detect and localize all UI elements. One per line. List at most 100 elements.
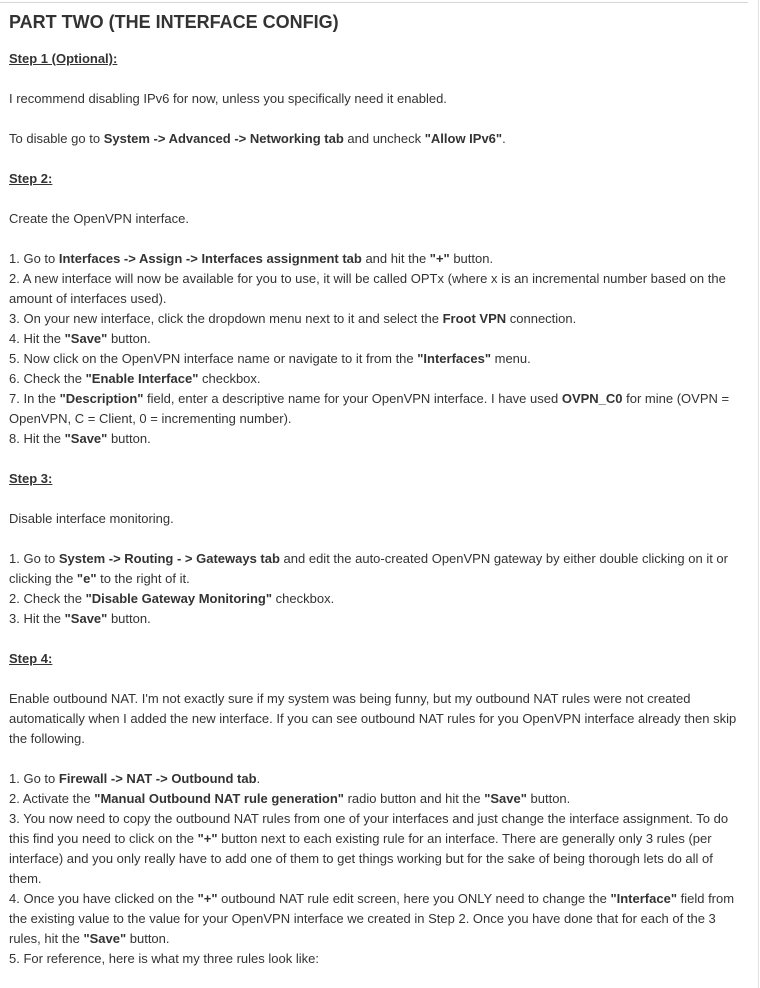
bold-text: System -> Routing - > Gateways tab [58,551,280,566]
text-run: outbound NAT rule edit screen, here you … [217,891,611,906]
text-run: checkbox. [198,371,261,386]
text-line: 1. Go to Firewall -> NAT -> Outbound tab… [9,769,745,789]
right-border [758,0,759,988]
text-run: menu. [491,351,531,366]
paragraph: Disable interface monitoring. [9,509,745,529]
text-run: 1. Go to [9,251,59,266]
text-run: 8. Hit the [9,431,65,446]
top-divider [0,2,748,3]
bold-text: "Save" [64,431,108,446]
step-section: Step 3: Disable interface monitoring. 1. G… [9,469,745,649]
text-line: 3. You now need to copy the outbound NAT… [9,809,745,889]
bold-text: "+" [197,831,218,846]
paragraph: To disable go to System -> Advanced -> N… [9,129,745,149]
step-heading: Step 2: [9,171,53,186]
text-run: Disable interface monitoring. [9,511,174,526]
text-run: button. [526,791,571,806]
text-run: radio button and hit the [343,791,485,806]
bold-text: OVPN_C0 [561,391,623,406]
text-line: 1. Go to Interfaces -> Assign -> Interfa… [9,249,745,269]
text-line: 2. Check the "Disable Gateway Monitoring… [9,589,745,609]
bold-text: "+" [197,891,218,906]
text-line: 6. Check the "Enable Interface" checkbox… [9,369,745,389]
text-run: To disable go to [9,131,104,146]
step-section: Step 1 (Optional): I recommend disabling … [9,49,745,169]
text-run: I recommend disabling IPv6 for now, unle… [9,91,447,106]
text-run: . [256,771,261,786]
text-run: Create the OpenVPN interface. [9,211,189,226]
bold-text: "Save" [64,611,108,626]
text-run: and hit the [361,251,430,266]
step-heading: Step 1 (Optional): [9,51,118,66]
bold-text: Froot VPN [442,311,507,326]
paragraph: I recommend disabling IPv6 for now, unle… [9,89,745,109]
text-run: 4. Hit the [9,331,65,346]
text-line: 2. A new interface will now be available… [9,269,745,309]
text-run: field, enter a descriptive name for your… [143,391,562,406]
page-title: PART TWO (THE INTERFACE CONFIG) [9,12,339,32]
text-run: to the right of it. [96,571,190,586]
text-run: 3. On your new interface, click the drop… [9,311,443,326]
step-heading: Step 3: [9,471,53,486]
text-run: 4. Once you have clicked on the [9,891,198,906]
text-run: button. [107,431,151,446]
text-run: 5. Now click on the OpenVPN interface na… [9,351,418,366]
paragraph: Enable outbound NAT. I'm not exactly sur… [9,689,745,749]
text-run: 3. Hit the [9,611,65,626]
paragraph: 1. Go to Interfaces -> Assign -> Interfa… [9,249,745,449]
text-line: Create the OpenVPN interface. [9,209,745,229]
text-run: connection. [506,311,577,326]
text-run: . [502,131,506,146]
text-line: 8. Hit the "Save" button. [9,429,745,449]
text-line: 2. Activate the "Manual Outbound NAT rul… [9,789,745,809]
bold-text: "e" [76,571,97,586]
bold-text: "Description" [59,391,144,406]
bold-text: "Save" [83,931,127,946]
text-run: 2. Activate the [9,791,95,806]
text-line: 5. Now click on the OpenVPN interface na… [9,349,745,369]
bold-text: "Manual Outbound NAT rule generation" [94,791,344,806]
text-line: 5. For reference, here is what my three … [9,949,745,969]
bold-text: "Save" [64,331,108,346]
bold-text: "Save" [484,791,527,806]
text-line: Disable interface monitoring. [9,509,745,529]
text-run: 1. Go to [9,551,59,566]
bold-text: "Disable Gateway Monitoring" [85,591,273,606]
text-run: 5. For reference, here is what my three … [9,951,319,966]
text-run: checkbox. [272,591,335,606]
text-line: To disable go to System -> Advanced -> N… [9,129,745,149]
text-line: 7. In the "Description" field, enter a d… [9,389,745,429]
text-line: 4. Hit the "Save" button. [9,329,745,349]
text-run: button. [107,331,151,346]
bold-text: "Allow IPv6" [424,131,503,146]
text-run: 6. Check the [9,371,86,386]
text-run: button. [126,931,170,946]
text-run: button. [107,611,151,626]
bold-text: Interfaces -> Assign -> Interfaces assig… [58,251,362,266]
text-line: 3. On your new interface, click the drop… [9,309,745,329]
bold-text: Firewall -> NAT -> Outbound tab [58,771,257,786]
text-line: Enable outbound NAT. I'm not exactly sur… [9,689,745,749]
text-run: Enable outbound NAT. I'm not exactly sur… [9,691,737,746]
step-section: Step 2: Create the OpenVPN interface. 1. G… [9,169,745,469]
text-line: I recommend disabling IPv6 for now, unle… [9,89,745,109]
step-heading: Step 4: [9,651,53,666]
text-run: 2. A new interface will now be available… [9,271,726,306]
bold-text: "Interface" [610,891,677,906]
step-section: Step 4: Enable outbound NAT. I'm not exac… [9,649,745,969]
text-run: 1. Go to [9,771,59,786]
paragraph: 1. Go to System -> Routing - > Gateways … [9,549,745,629]
bold-text: System -> Advanced -> Networking tab [103,131,344,146]
text-run: and uncheck [343,131,425,146]
text-line: 3. Hit the "Save" button. [9,609,745,629]
